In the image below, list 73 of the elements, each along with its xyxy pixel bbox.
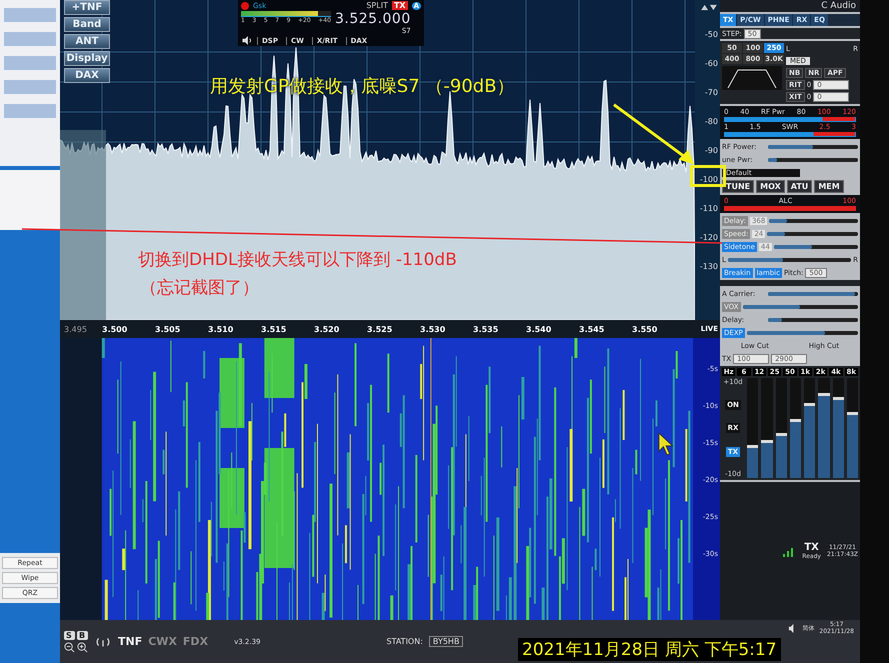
frequency-label: 3.510 [208, 324, 234, 334]
tx-status: TX [804, 542, 819, 553]
slider[interactable] [768, 144, 858, 148]
side-button[interactable]: DAX [64, 68, 110, 83]
zoom-out-icon[interactable] [64, 642, 75, 652]
side-button[interactable]: Display [64, 51, 110, 66]
frequency-label: 3.520 [314, 324, 340, 334]
slider[interactable] [728, 258, 852, 262]
frequency-label: 3.500 [102, 324, 128, 334]
slider[interactable] [767, 232, 858, 236]
db-label: -120 [700, 233, 718, 243]
annotation-text: （忘记截图了） [140, 277, 259, 299]
station-label: STATION: [386, 637, 423, 646]
frequency-display[interactable]: 3.525.000 [335, 11, 411, 27]
side-button[interactable]: +TNF [64, 0, 110, 15]
record-icon[interactable] [241, 2, 249, 10]
frequency-label: 3.550 [632, 324, 658, 334]
list-panel [0, 170, 60, 230]
mode-toggle[interactable]: FDX [182, 635, 208, 648]
frequency-label: 3.515 [261, 324, 288, 334]
eq-slider[interactable] [846, 378, 858, 478]
action-button[interactable]: MEM [814, 180, 844, 193]
frequency-label: 3.535 [473, 324, 500, 334]
mode-toggle[interactable]: TNF [118, 635, 142, 648]
slider[interactable] [768, 292, 858, 296]
eq-slider[interactable] [832, 378, 844, 478]
key-button[interactable]: B [77, 630, 88, 640]
db-label: -90 [704, 146, 718, 156]
slider[interactable] [742, 304, 858, 308]
eq-slider[interactable] [776, 378, 787, 478]
db-label: -50 [704, 30, 718, 40]
speaker-icon[interactable] [241, 36, 253, 45]
slider[interactable] [774, 244, 858, 248]
annotation-text: 切换到DHDL接收天线可以下降到 -110dB [138, 249, 457, 271]
db-label: -110 [700, 204, 718, 214]
db-label: -80 [704, 117, 718, 127]
slider[interactable] [769, 218, 858, 222]
panel-title: C Audio [720, 0, 860, 12]
frequency-label: 3.505 [155, 324, 182, 334]
frequency-label: 3.530 [420, 324, 446, 334]
tx-badge[interactable]: TX [392, 1, 408, 10]
slider[interactable] [746, 330, 858, 334]
action-button[interactable]: ATU [786, 180, 812, 193]
mouse-pointer-icon [658, 432, 676, 456]
eq-slider[interactable] [761, 378, 772, 478]
key-button[interactable]: S [64, 630, 75, 640]
zoom-in-icon[interactable] [77, 642, 88, 652]
antenna-icon [94, 636, 112, 648]
db-label: -60 [704, 59, 718, 69]
eq-slider[interactable] [818, 378, 830, 478]
eq-slider[interactable] [790, 378, 801, 478]
frequency-label: 3.540 [526, 324, 552, 334]
frequency-label: 3.525 [367, 324, 394, 334]
db-label: -70 [704, 88, 718, 98]
eq-slider[interactable] [804, 378, 816, 478]
triangle-icon[interactable] [700, 4, 718, 11]
db-label: -100 [700, 175, 718, 185]
slider[interactable] [768, 318, 858, 322]
action-button[interactable]: TUNE [722, 180, 754, 193]
filter-shape-drawing [722, 66, 782, 90]
frequency-label: 3.495 [64, 324, 88, 334]
split-label[interactable]: SPLIT [366, 1, 388, 10]
side-button[interactable]: Band [64, 17, 110, 32]
mode-toggle[interactable]: CWX [148, 635, 177, 648]
side-button[interactable]: ANT [64, 34, 110, 49]
frequency-label: 3.545 [579, 324, 606, 334]
station-field[interactable]: BY5HB [428, 636, 464, 647]
slider[interactable] [768, 158, 858, 162]
highlight-box [690, 165, 726, 187]
db-label: -130 [700, 262, 718, 272]
eq-slider[interactable] [747, 378, 758, 478]
action-button[interactable]: MOX [756, 180, 785, 193]
timestamp-text: 2021年11月28日 周六 下午5:17 [518, 638, 781, 661]
